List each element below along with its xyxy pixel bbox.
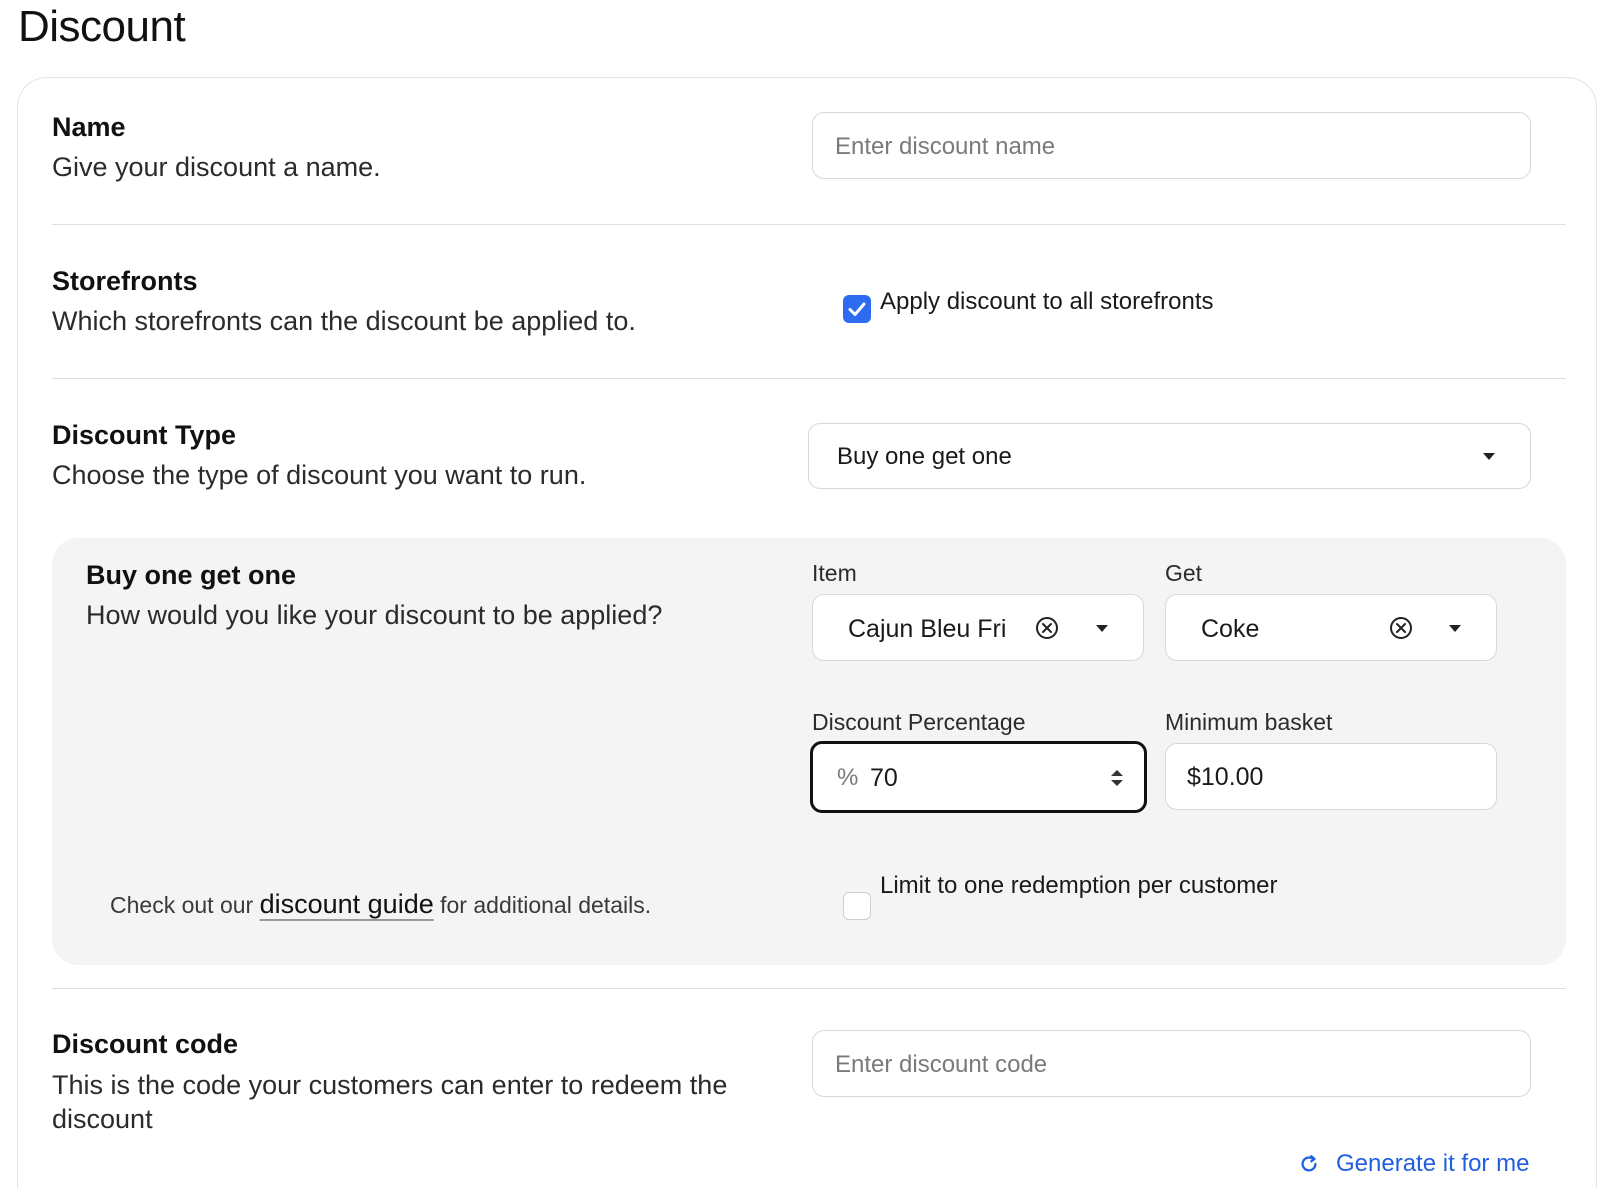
discount-guide-link[interactable]: discount guide xyxy=(260,889,434,919)
caret-down-icon[interactable] xyxy=(1096,625,1108,632)
divider xyxy=(52,378,1566,379)
guide-suffix: for additional details. xyxy=(433,892,652,918)
discount-type-select[interactable]: Buy one get one xyxy=(808,423,1531,489)
item-label: Item xyxy=(812,560,857,586)
caret-down-icon xyxy=(1483,453,1495,460)
discount-percentage-value: 70 xyxy=(870,764,898,792)
get-value: Coke xyxy=(1201,615,1260,643)
discount-name-placeholder: Enter discount name xyxy=(835,133,1056,160)
discount-percentage-label: Discount Percentage xyxy=(812,709,1026,735)
discount-percentage-input[interactable]: % 70 xyxy=(810,741,1147,813)
get-label: Get xyxy=(1165,560,1203,586)
discount-code-section-title: Discount code xyxy=(52,1029,239,1059)
minimum-basket-value: $10.00 xyxy=(1187,763,1264,791)
storefronts-section-description: Which storefronts can the discount be ap… xyxy=(52,306,636,336)
discount-name-input[interactable]: Enter discount name xyxy=(812,112,1531,179)
refresh-icon xyxy=(1301,1155,1317,1172)
check-icon xyxy=(848,302,866,316)
discount-type-section-description: Choose the type of discount you want to … xyxy=(52,460,587,490)
minimum-basket-label: Minimum basket xyxy=(1165,709,1333,735)
item-value: Cajun Bleu Fri xyxy=(848,615,1007,643)
clear-circle-x-icon[interactable] xyxy=(1035,616,1059,640)
caret-down-icon[interactable] xyxy=(1449,625,1461,632)
discount-code-input[interactable]: Enter discount code xyxy=(812,1030,1531,1097)
discount-type-value: Buy one get one xyxy=(837,443,1012,470)
discount-code-placeholder: Enter discount code xyxy=(835,1051,1048,1078)
bogo-panel-description: How would you like your discount to be a… xyxy=(86,600,663,630)
generate-code-label: Generate it for me xyxy=(1336,1150,1530,1177)
divider xyxy=(52,224,1566,225)
clear-circle-x-icon[interactable] xyxy=(1389,616,1413,640)
divider xyxy=(52,988,1566,989)
name-section-description: Give your discount a name. xyxy=(52,152,381,182)
name-section-title: Name xyxy=(52,112,126,142)
generate-code-button[interactable]: Generate it for me xyxy=(1298,1150,1529,1178)
page-title: Discount xyxy=(18,2,186,51)
get-select[interactable]: Coke xyxy=(1165,594,1497,661)
storefronts-section-title: Storefronts xyxy=(52,266,198,296)
discount-code-section-description: This is the code your customers can ente… xyxy=(52,1070,728,1134)
percent-prefix: % xyxy=(837,764,859,791)
discount-type-section-title: Discount Type xyxy=(52,420,237,450)
guide-text: Check out our discount guide for additio… xyxy=(110,889,651,920)
all-storefronts-label[interactable]: Apply discount to all storefronts xyxy=(880,288,1214,316)
minimum-basket-input[interactable]: $10.00 xyxy=(1165,743,1497,810)
all-storefronts-checkbox[interactable] xyxy=(843,295,871,323)
stepper-icon[interactable] xyxy=(1109,767,1125,789)
limit-redemption-checkbox[interactable] xyxy=(843,892,871,920)
limit-redemption-label[interactable]: Limit to one redemption per customer xyxy=(880,872,1278,900)
guide-prefix: Check out our xyxy=(110,892,260,918)
item-select[interactable]: Cajun Bleu Fri xyxy=(812,594,1144,661)
bogo-panel-title: Buy one get one xyxy=(86,560,297,590)
